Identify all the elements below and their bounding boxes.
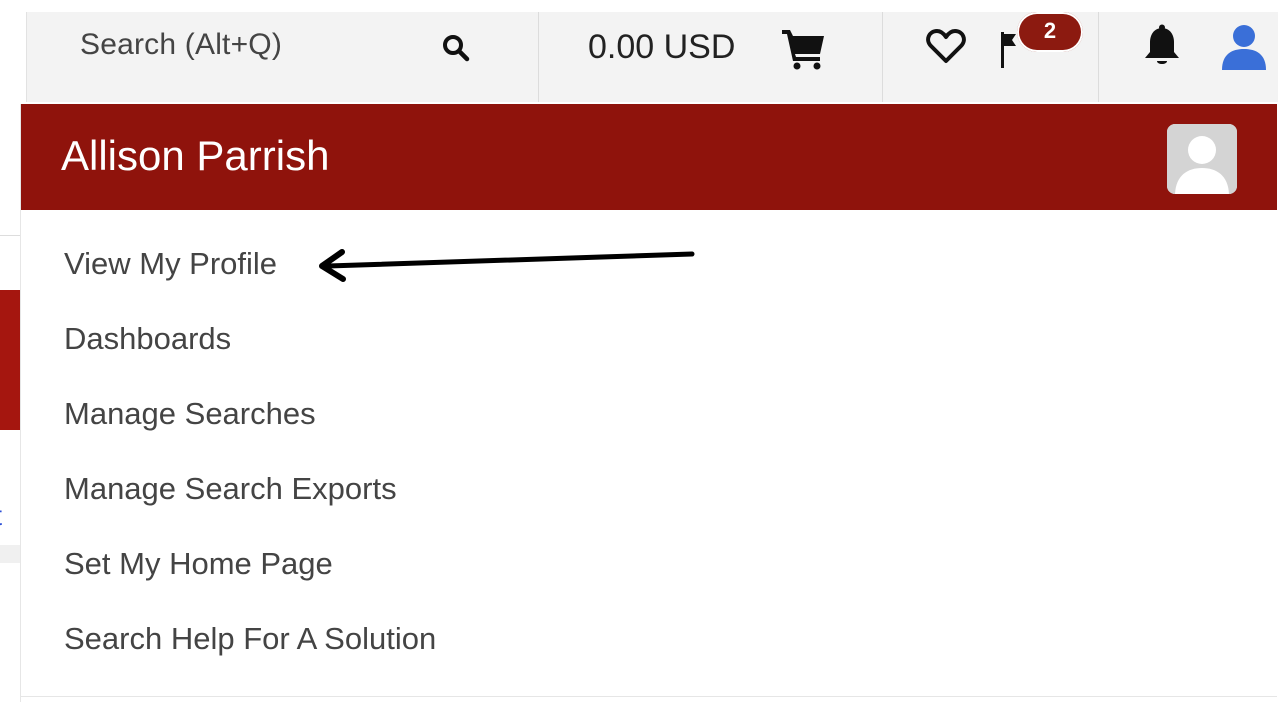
user-dropdown-menu: Allison Parrish View My Profile Dashboar… [20, 104, 1277, 702]
topbar-left-edge [0, 12, 27, 102]
background-gray-block [0, 545, 20, 563]
menu-bottom-border [21, 696, 1277, 697]
top-bar: Search (Alt+Q) 0.00 USD 2 [0, 0, 1278, 102]
heart-icon[interactable] [926, 28, 966, 64]
search-icon[interactable] [440, 32, 472, 64]
divider [538, 12, 539, 102]
arrow-left-icon [319, 249, 695, 282]
flag-icon[interactable] [998, 30, 1018, 70]
background-red-banner [0, 290, 20, 430]
top-strip [0, 0, 1278, 12]
user-name: Allison Parrish [61, 132, 330, 179]
bell-icon[interactable] [1140, 24, 1184, 70]
menu-item-manage-search-exports[interactable]: Manage Search Exports [64, 471, 397, 507]
divider [1098, 12, 1099, 102]
user-menu-header: Allison Parrish [21, 104, 1277, 210]
cart-total[interactable]: 0.00 USD [588, 28, 735, 67]
menu-item-view-my-profile[interactable]: View My Profile [64, 246, 277, 282]
search-input[interactable]: Search (Alt+Q) [80, 28, 282, 62]
menu-item-dashboards[interactable]: Dashboards [64, 321, 231, 357]
background-divider [0, 235, 20, 236]
divider [882, 12, 883, 102]
user-icon[interactable] [1218, 20, 1270, 72]
flag-badge-count[interactable]: 2 [1017, 12, 1083, 52]
menu-item-search-help[interactable]: Search Help For A Solution [64, 621, 436, 657]
menu-item-manage-searches[interactable]: Manage Searches [64, 396, 316, 432]
background-link-fragment[interactable]: it [0, 500, 20, 532]
avatar[interactable] [1167, 124, 1237, 194]
menu-item-set-my-home-page[interactable]: Set My Home Page [64, 546, 333, 582]
avatar-placeholder-icon [1167, 124, 1237, 194]
background-link-text[interactable]: it [0, 500, 2, 531]
cart-icon[interactable] [780, 26, 828, 70]
